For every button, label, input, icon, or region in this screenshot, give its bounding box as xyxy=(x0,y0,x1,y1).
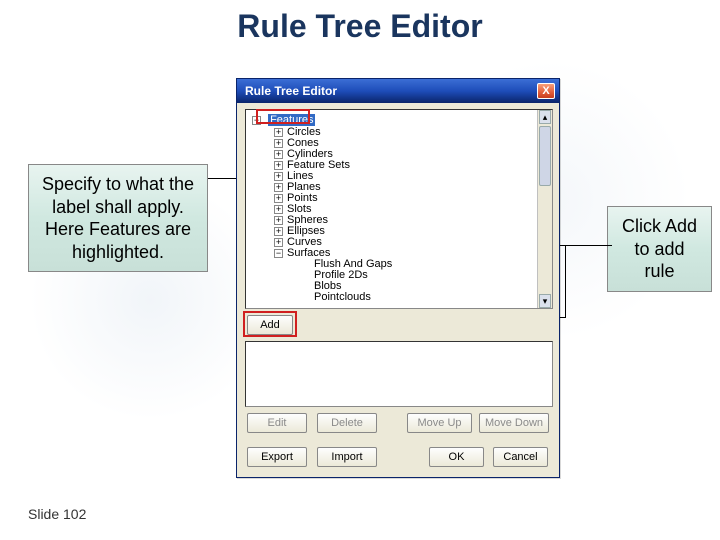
minus-icon[interactable]: − xyxy=(252,116,261,125)
tree-scrollbar[interactable]: ▴ ▾ xyxy=(537,110,552,308)
callout-click-add: Click Add to add rule xyxy=(607,206,712,292)
tree-item-blobs[interactable]: Blobs xyxy=(314,280,550,291)
plus-icon[interactable]: + xyxy=(274,216,283,225)
scroll-down-icon[interactable]: ▾ xyxy=(539,294,551,308)
page-title: Rule Tree Editor xyxy=(0,8,720,45)
tree-item-planes[interactable]: +Planes xyxy=(274,181,550,192)
plus-icon[interactable]: + xyxy=(274,194,283,203)
rule-tree-editor-dialog: Rule Tree Editor X − Features +Circles +… xyxy=(236,78,560,478)
tree-item-curves[interactable]: +Curves xyxy=(274,236,550,247)
plus-icon[interactable]: + xyxy=(274,238,283,247)
connector-right-h xyxy=(560,245,612,246)
plus-icon[interactable]: + xyxy=(274,183,283,192)
plus-icon[interactable]: + xyxy=(274,150,283,159)
feature-tree[interactable]: − Features +Circles +Cones +Cylinders +F… xyxy=(246,110,552,306)
tree-item-feature-sets[interactable]: +Feature Sets xyxy=(274,159,550,170)
cancel-button[interactable]: Cancel xyxy=(493,447,548,467)
plus-icon[interactable]: + xyxy=(274,161,283,170)
move-down-button[interactable]: Move Down xyxy=(479,413,549,433)
tree-item-flush-and-gaps[interactable]: Flush And Gaps xyxy=(314,258,550,269)
tree-pane: − Features +Circles +Cones +Cylinders +F… xyxy=(245,109,553,309)
move-up-button[interactable]: Move Up xyxy=(407,413,472,433)
tree-root-label[interactable]: Features xyxy=(268,114,315,126)
plus-icon[interactable]: + xyxy=(274,128,283,137)
plus-icon[interactable]: + xyxy=(274,205,283,214)
dialog-titlebar: Rule Tree Editor X xyxy=(237,79,559,103)
scroll-up-icon[interactable]: ▴ xyxy=(539,110,551,124)
tree-item-slots[interactable]: +Slots xyxy=(274,203,550,214)
import-button[interactable]: Import xyxy=(317,447,377,467)
tree-children: +Circles +Cones +Cylinders +Feature Sets… xyxy=(274,126,550,302)
tree-item-profile-2ds[interactable]: Profile 2Ds xyxy=(314,269,550,280)
callout-specify-features: Specify to what the label shall apply. H… xyxy=(28,164,208,272)
scroll-thumb[interactable] xyxy=(539,126,551,186)
close-icon[interactable]: X xyxy=(537,83,555,99)
slide-number: Slide 102 xyxy=(28,506,86,522)
add-button[interactable]: Add xyxy=(247,315,293,335)
tree-item-surfaces[interactable]: −Surfaces xyxy=(274,247,550,258)
connector-right-v xyxy=(565,245,566,317)
delete-button[interactable]: Delete xyxy=(317,413,377,433)
export-button[interactable]: Export xyxy=(247,447,307,467)
edit-button[interactable]: Edit xyxy=(247,413,307,433)
lower-pane xyxy=(245,341,553,407)
dialog-title: Rule Tree Editor xyxy=(241,84,537,98)
tree-item-cones[interactable]: +Cones xyxy=(274,137,550,148)
tree-item-cylinders[interactable]: +Cylinders xyxy=(274,148,550,159)
tree-item-spheres[interactable]: +Spheres xyxy=(274,214,550,225)
tree-item-circles[interactable]: +Circles xyxy=(274,126,550,137)
minus-icon[interactable]: − xyxy=(274,249,283,258)
tree-grandchildren: Flush And Gaps Profile 2Ds Blobs Pointcl… xyxy=(314,258,550,302)
plus-icon[interactable]: + xyxy=(274,172,283,181)
tree-item-lines[interactable]: +Lines xyxy=(274,170,550,181)
plus-icon[interactable]: + xyxy=(274,227,283,236)
ok-button[interactable]: OK xyxy=(429,447,484,467)
tree-item-ellipses[interactable]: +Ellipses xyxy=(274,225,550,236)
plus-icon[interactable]: + xyxy=(274,139,283,148)
tree-root-features[interactable]: − Features xyxy=(252,114,550,126)
tree-item-pointclouds[interactable]: Pointclouds xyxy=(314,291,550,302)
tree-item-points[interactable]: +Points xyxy=(274,192,550,203)
